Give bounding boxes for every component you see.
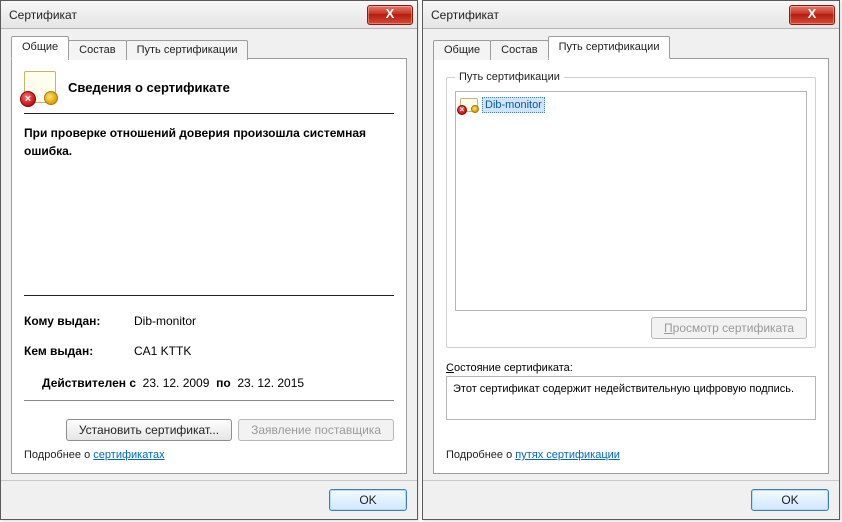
- cert-status-value: Этот сертификат содержит недействительну…: [446, 376, 816, 420]
- cert-status-label: Состояние сертификата:: [446, 362, 816, 374]
- ok-button[interactable]: OK: [751, 489, 829, 511]
- close-icon[interactable]: X: [367, 5, 413, 25]
- tab-details[interactable]: Состав: [68, 40, 126, 60]
- cert-path-group-label: Путь сертификации: [455, 71, 564, 83]
- learn-cert-paths-link[interactable]: путях сертификации: [515, 449, 620, 461]
- certificate-dialog-general: Сертификат X Общие Состав Путь сертифика…: [0, 0, 418, 520]
- dialog-footer: OK: [423, 480, 839, 519]
- cert-path-group: Путь сертификации × Dib-monitor Просмотр…: [446, 71, 816, 348]
- tabstrip: Общие Состав Путь сертификации: [11, 37, 407, 59]
- tab-general[interactable]: Общие: [433, 40, 491, 60]
- separator: [24, 113, 394, 114]
- info-header: Сведения о сертификате: [68, 80, 230, 95]
- dialog-body: Общие Состав Путь сертификации Путь серт…: [423, 29, 839, 480]
- issuer-statement-button: Заявление поставщика: [238, 419, 394, 441]
- tree-item[interactable]: × Dib-monitor: [460, 96, 802, 114]
- certificate-error-icon: ×: [24, 71, 56, 103]
- close-icon[interactable]: X: [789, 5, 835, 25]
- tree-item-label: Dib-monitor: [482, 97, 545, 113]
- tabpage-general: × Сведения о сертификате При проверке от…: [11, 58, 407, 474]
- ok-button[interactable]: OK: [329, 489, 407, 511]
- issued-to-row: Кому выдан: Dib-monitor: [24, 314, 394, 328]
- issued-to-value: Dib-monitor: [134, 314, 196, 328]
- tabpage-path: Путь сертификации × Dib-monitor Просмотр…: [433, 58, 829, 474]
- window-title: Сертификат: [431, 8, 789, 22]
- separator: [24, 400, 394, 401]
- trust-error-message: При проверке отношений доверия произошла…: [24, 124, 394, 160]
- tab-cert-path[interactable]: Путь сертификации: [126, 40, 249, 60]
- learn-more: Подробнее о сертификатах: [24, 449, 394, 461]
- issued-by-label: Кем выдан:: [24, 344, 134, 358]
- cert-path-tree[interactable]: × Dib-monitor: [455, 91, 807, 311]
- titlebar[interactable]: Сертификат X: [1, 1, 417, 29]
- issued-by-row: Кем выдан: CA1 KTTK: [24, 344, 394, 358]
- validity-row: Действителен с 23. 12. 2009 по 23. 12. 2…: [42, 376, 394, 390]
- dialog-footer: OK: [1, 480, 417, 519]
- dialog-body: Общие Состав Путь сертификации × Сведени…: [1, 29, 417, 480]
- issued-by-value: CA1 KTTK: [134, 344, 191, 358]
- tabstrip: Общие Состав Путь сертификации: [433, 37, 829, 59]
- titlebar[interactable]: Сертификат X: [423, 1, 839, 29]
- issued-to-label: Кому выдан:: [24, 314, 134, 328]
- window-title: Сертификат: [9, 8, 367, 22]
- learn-more: Подробнее о путях сертификации: [446, 449, 816, 461]
- certificate-dialog-path: Сертификат X Общие Состав Путь сертифика…: [422, 0, 840, 520]
- separator: [24, 295, 394, 296]
- certificate-error-icon: ×: [460, 98, 478, 112]
- learn-certificates-link[interactable]: сертификатах: [93, 449, 164, 461]
- view-certificate-button: Просмотр сертификата: [651, 317, 807, 339]
- tab-cert-path[interactable]: Путь сертификации: [548, 36, 671, 59]
- install-certificate-button[interactable]: Установить сертификат...: [66, 419, 232, 441]
- tab-details[interactable]: Состав: [490, 40, 548, 60]
- tab-general[interactable]: Общие: [11, 36, 69, 59]
